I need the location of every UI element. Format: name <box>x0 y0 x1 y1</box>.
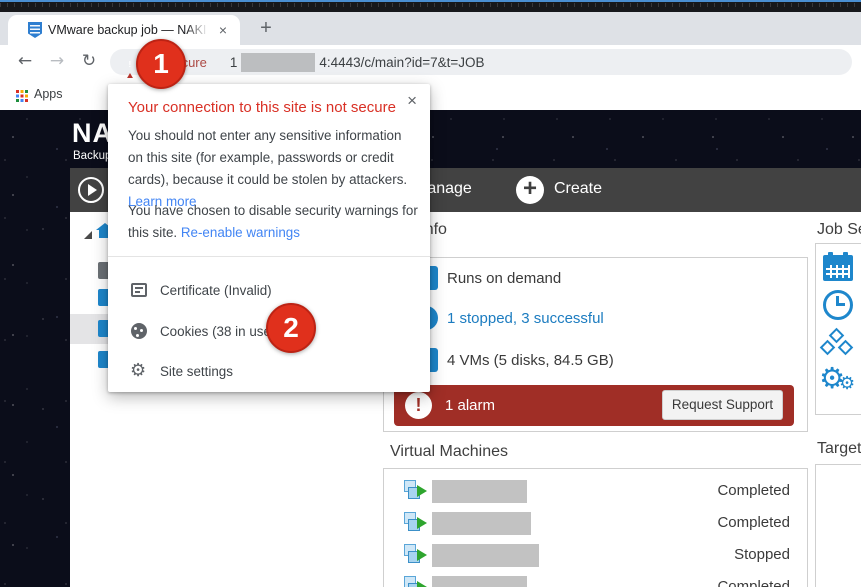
new-tab-button[interactable]: + <box>252 15 280 43</box>
clock-icon[interactable] <box>816 290 860 324</box>
virtual-machines-heading: Virtual Machines <box>390 443 508 461</box>
reenable-warnings-link[interactable]: Re-enable warnings <box>181 225 300 240</box>
url-redacted-host <box>241 53 315 72</box>
vm-icon <box>404 576 428 587</box>
virtual-machines-panel: Completed Completed Stopped Completed <box>383 468 808 587</box>
security-popup: × Your connection to this site is not se… <box>108 84 430 392</box>
job-info-vms: 4 VMs (5 disks, 84.5 GB) <box>447 352 614 369</box>
browser-toolbar: ← → ↻ ! Not secure 1 4:4443/c/main?id=7&… <box>0 45 861 78</box>
annotation-badge-2: 2 <box>266 303 316 353</box>
vm-icon <box>404 544 428 566</box>
popup-title: Your connection to this site is not secu… <box>128 99 396 116</box>
browser-tab[interactable]: VMware backup job — NAKIVO Ba × <box>8 15 240 45</box>
vm-row[interactable]: Completed <box>384 575 807 587</box>
url-suffix: 4:4443/c/main?id=7&t=JOB <box>319 55 484 70</box>
vm-icon <box>404 512 428 534</box>
address-bar[interactable]: ! Not secure 1 4:4443/c/main?id=7&t=JOB <box>110 49 852 75</box>
tab-title: VMware backup job — NAKIVO Ba <box>48 23 206 39</box>
vm-name-redacted <box>432 576 527 587</box>
tree-expand-icon[interactable] <box>84 231 92 239</box>
tab-bar: VMware backup job — NAKIVO Ba × + <box>0 12 861 45</box>
vm-row[interactable]: Completed <box>384 479 807 505</box>
reload-icon[interactable]: ↻ <box>77 49 101 73</box>
job-settings-heading: Job Settings <box>817 221 861 239</box>
screen: VMware backup job — NAKIVO Ba × + ← → ↻ … <box>0 0 861 587</box>
nav-create[interactable]: Create <box>554 180 602 198</box>
apps-grid-icon[interactable] <box>16 90 19 93</box>
gears-icon[interactable]: ⚙⚙ <box>816 365 860 401</box>
popup-close-icon[interactable]: × <box>407 91 417 111</box>
app-left-strip <box>0 168 70 587</box>
run-play-icon[interactable] <box>78 177 104 203</box>
vm-status: Stopped <box>734 546 790 563</box>
popup-item-site-settings[interactable]: ⚙ Site settings <box>108 357 430 387</box>
nakivo-favicon-shield-icon <box>28 22 42 38</box>
alarm-exclamation-icon: ! <box>405 392 432 419</box>
alarm-label: 1 alarm <box>445 397 495 414</box>
job-settings-panel: ⚙⚙ <box>815 243 861 415</box>
vm-icon <box>404 480 428 502</box>
annotation-badge-1: 1 <box>136 39 186 89</box>
vm-name-redacted <box>432 480 527 503</box>
popup-body-2: You have chosen to disable security warn… <box>128 200 420 244</box>
vm-status: Completed <box>717 482 790 499</box>
vm-name-redacted <box>432 512 531 535</box>
site-settings-gear-icon: ⚙ <box>130 360 146 381</box>
popup-divider <box>108 256 430 257</box>
popup-item-certificate[interactable]: Certificate (Invalid) <box>108 276 430 306</box>
not-secure-warning-icon[interactable]: ! <box>123 56 137 69</box>
alarm-bar: ! 1 alarm Request Support <box>394 385 794 426</box>
request-support-button[interactable]: Request Support <box>662 390 783 420</box>
certificate-icon <box>131 283 147 297</box>
vm-row[interactable]: Completed <box>384 511 807 537</box>
cookie-icon <box>131 323 147 339</box>
job-info-runs-link[interactable]: 1 stopped, 3 successful <box>447 310 604 327</box>
vm-status: Completed <box>717 514 790 531</box>
vm-row[interactable]: Stopped <box>384 543 807 569</box>
create-plus-icon[interactable]: + <box>516 176 544 204</box>
window-top-strip <box>0 2 861 12</box>
job-info-panel: Runs on demand 1 stopped, 3 successful 4… <box>383 257 808 432</box>
forward-icon: → <box>45 49 69 73</box>
tab-close-icon[interactable]: × <box>214 21 232 39</box>
vm-status: Completed <box>717 578 790 587</box>
cubes-icon[interactable] <box>816 329 860 361</box>
database-icon[interactable] <box>816 471 860 507</box>
calendar-icon[interactable] <box>816 252 860 284</box>
url-prefix: 1 <box>230 55 238 70</box>
target-storage-heading: Target Storage <box>817 440 861 458</box>
job-info-schedule: Runs on demand <box>447 270 561 287</box>
apps-label[interactable]: Apps <box>34 87 63 101</box>
target-storage-panel <box>815 464 861 587</box>
back-icon[interactable]: ← <box>13 49 37 73</box>
vm-name-redacted <box>432 544 539 567</box>
